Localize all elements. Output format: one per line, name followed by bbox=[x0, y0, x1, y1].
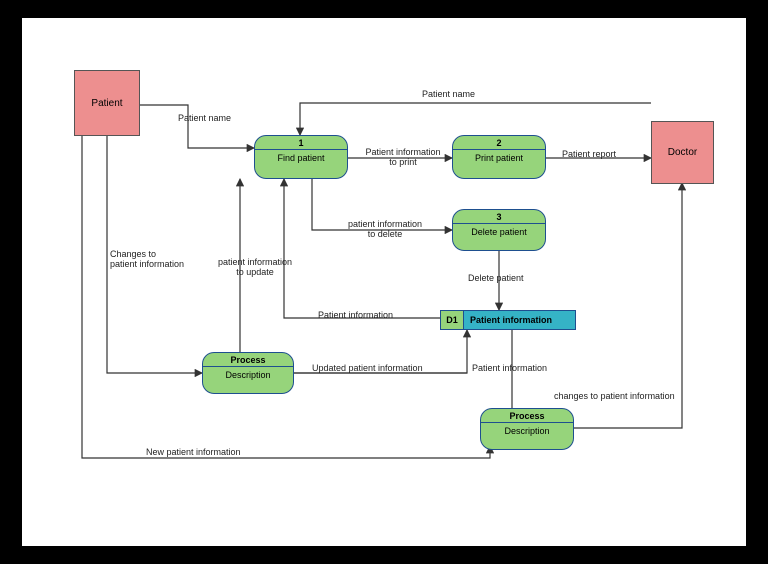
process-4-num: Process bbox=[203, 353, 293, 367]
process-1-name: Find patient bbox=[255, 150, 347, 166]
flow-label: Patient name bbox=[422, 90, 475, 100]
flow-label: Patient information bbox=[318, 311, 393, 321]
flow-label: patient informationto delete bbox=[330, 220, 440, 240]
process-5-name: Description bbox=[481, 423, 573, 439]
flow-label: Delete patient bbox=[468, 274, 524, 284]
entity-doctor-label: Doctor bbox=[668, 147, 697, 158]
flow-label: Updated patient information bbox=[312, 364, 423, 374]
flow-label: Patient information bbox=[472, 364, 547, 374]
process-1: 1 Find patient bbox=[254, 135, 348, 179]
entity-patient: Patient bbox=[74, 70, 140, 136]
flow-label: New patient information bbox=[146, 448, 241, 458]
datastore-id: D1 bbox=[440, 310, 464, 330]
flow-label: changes to patient information bbox=[554, 392, 675, 402]
process-3-name: Delete patient bbox=[453, 224, 545, 240]
process-2: 2 Print patient bbox=[452, 135, 546, 179]
entity-patient-label: Patient bbox=[91, 98, 122, 109]
process-4-name: Description bbox=[203, 367, 293, 383]
process-5: Process Description bbox=[480, 408, 574, 450]
process-2-name: Print patient bbox=[453, 150, 545, 166]
flow-label: Patient informationto print bbox=[358, 148, 448, 168]
process-3-num: 3 bbox=[453, 210, 545, 224]
flow-label: patient informationto update bbox=[205, 258, 305, 278]
entity-doctor: Doctor bbox=[651, 121, 714, 184]
flow-label: Patient name bbox=[178, 114, 231, 124]
process-3: 3 Delete patient bbox=[452, 209, 546, 251]
process-1-num: 1 bbox=[255, 136, 347, 150]
process-4: Process Description bbox=[202, 352, 294, 394]
flow-label: Changes topatient information bbox=[110, 250, 210, 270]
datastore-d1: D1 Patient information bbox=[440, 310, 576, 330]
process-5-num: Process bbox=[481, 409, 573, 423]
datastore-name: Patient information bbox=[464, 310, 576, 330]
process-2-num: 2 bbox=[453, 136, 545, 150]
flow-label: Patient report bbox=[562, 150, 616, 160]
